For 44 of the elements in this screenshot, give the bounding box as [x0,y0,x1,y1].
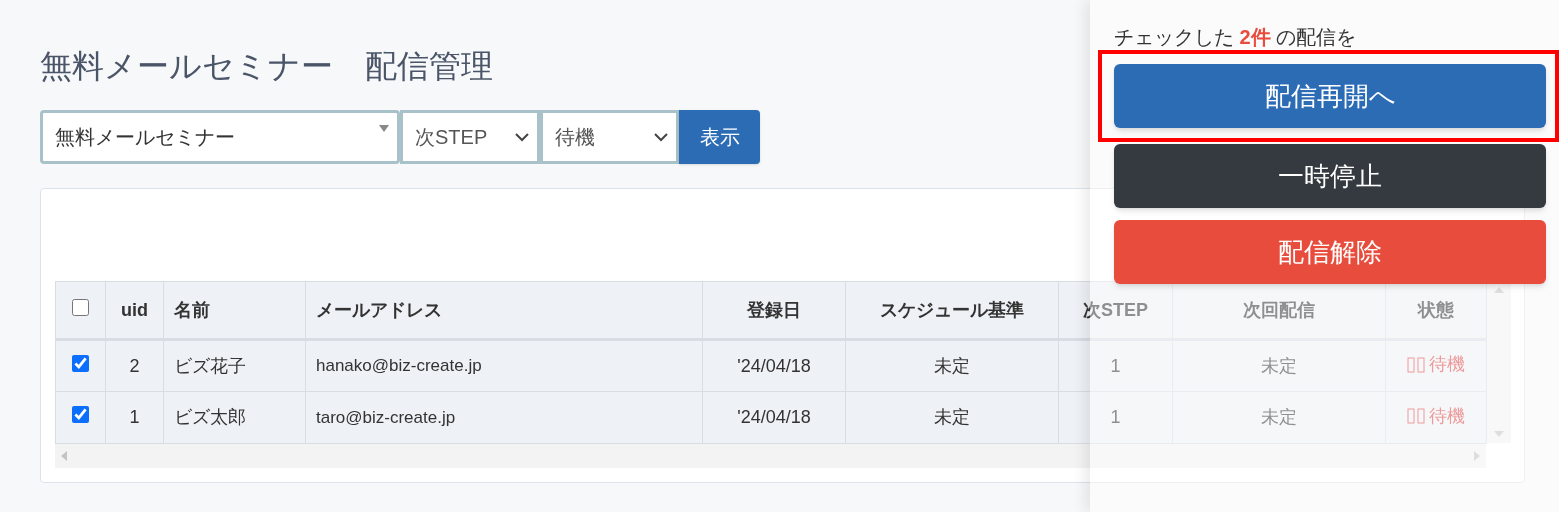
page-title: 無料メールセミナー 配信管理 [40,47,494,86]
scroll-down-icon[interactable] [1494,431,1504,437]
action-button[interactable]: 配信再開へ [1114,64,1546,128]
column-header: メールアドレス [305,281,703,340]
table-cell: 未定 [1172,339,1386,392]
table-cell: 1 [1058,391,1173,444]
table-cell: 未定 [845,391,1059,444]
show-button[interactable]: 表示 [679,110,760,164]
table-cell: 1 [105,391,164,444]
table-cell: 未定 [845,339,1059,392]
table-cell: '24/04/18 [702,391,846,444]
scroll-right-icon[interactable] [1474,451,1480,461]
status-label: 待機 [1429,353,1465,377]
scroll-up-icon[interactable] [1494,287,1504,293]
pause-icon [1407,408,1425,425]
combo-box[interactable]: 無料メールセミナー [40,110,400,164]
table-cell: ビズ花子 [163,339,306,392]
select-all-checkbox[interactable] [72,298,89,316]
column-header: 登録日 [702,281,846,340]
selection-prompt: チェックした 2件 の配信を [1114,25,1358,50]
row-checkbox[interactable] [72,354,89,372]
action-button[interactable]: 配信解除 [1114,220,1546,284]
select-field[interactable]: 待機 [540,110,679,164]
table-cell: '24/04/18 [702,339,846,392]
pause-icon [1407,356,1425,373]
vertical-scrollbar[interactable] [1487,281,1511,443]
chevron-down-icon [654,132,668,142]
caret-icon [379,125,389,132]
scroll-left-icon[interactable] [61,451,67,461]
table-cell: 1 [1058,339,1173,392]
horizontal-scrollbar[interactable] [55,444,1486,468]
status-label: 待機 [1429,404,1465,428]
row-checkbox[interactable] [72,406,89,423]
table-cell: 2 [105,339,164,392]
table-cell: taro@biz-create.jp [305,391,703,444]
chevron-down-icon [515,132,529,142]
table-cell: ビズ太郎 [163,391,306,444]
table-cell: hanako@biz-create.jp [305,339,703,392]
column-header: スケジュール基準 [845,281,1059,340]
table-cell: 未定 [1172,391,1386,444]
action-button[interactable]: 一時停止 [1114,144,1546,208]
column-header: uid [105,281,164,340]
select-field[interactable]: 次STEP [400,110,540,164]
column-header: 名前 [163,281,306,340]
